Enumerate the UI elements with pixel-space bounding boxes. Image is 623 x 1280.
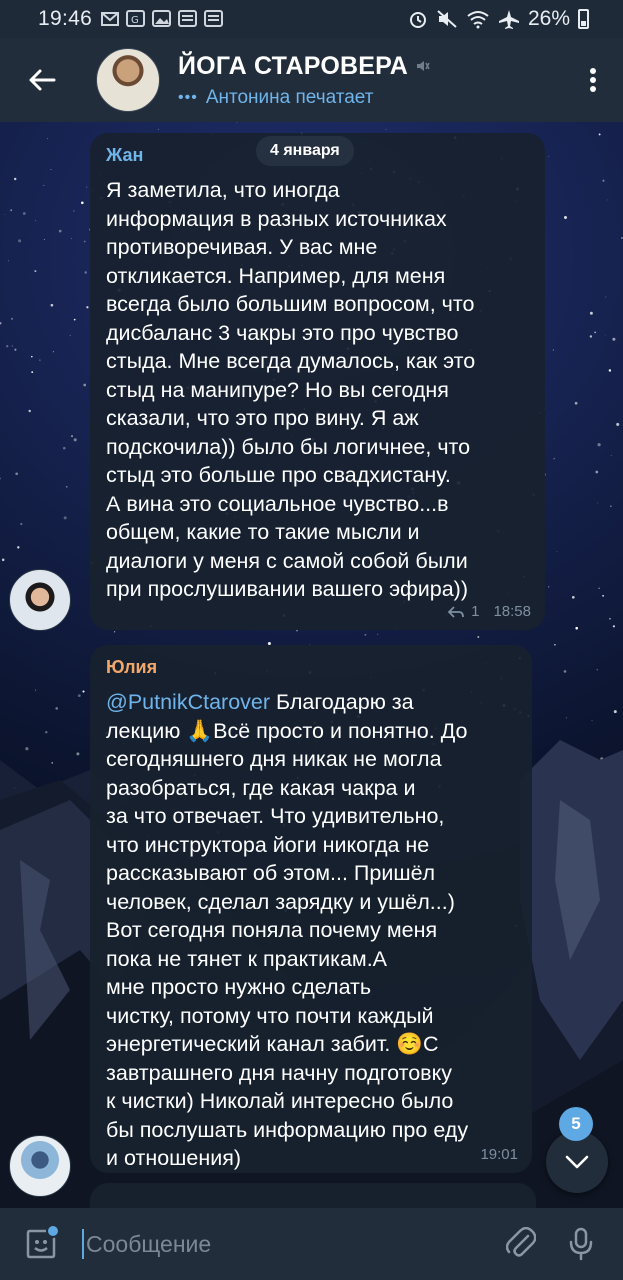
user-mention-link[interactable]: @PutnikCtarover [106,690,270,714]
chat-avatar[interactable] [96,48,160,112]
microphone-icon [569,1227,593,1261]
sender-avatar[interactable] [9,1135,71,1197]
text-cursor [82,1229,84,1259]
svg-text:G: G [131,15,139,26]
chat-title: ЙОГА СТАРОВЕРА [178,52,430,81]
image-icon [152,10,172,27]
typing-dots-icon: ••• [178,88,198,106]
message-text: Я заметила, что иногда информация в разн… [106,178,476,601]
message-time: 19:01 [480,1146,518,1163]
battery-percent: 26% [527,7,570,30]
message-meta: 19:01 [480,1146,518,1163]
back-button[interactable] [0,38,84,122]
typing-status: ••• Антонина печатает [178,87,430,109]
clock: 19:46 [38,7,93,30]
system-icons: 26% [408,7,589,31]
reply-icon [447,605,465,618]
message-bubble[interactable]: Юлия @PutnikCtarover Благодарю за лекцию… [90,645,532,1173]
alarm-icon [409,12,426,28]
unread-count-badge: 5 [559,1107,593,1141]
message-time: 18:58 [493,603,531,620]
message-composer: Сообщение [0,1208,623,1280]
gmail-icon [101,12,120,26]
emoji-sticker-button[interactable] [0,1208,82,1280]
chat-info[interactable]: ЙОГА СТАРОВЕРА ••• Антонина печатает [178,52,430,109]
news-icon [204,10,224,27]
date-separator: 4 января [256,136,354,166]
new-stickers-dot [46,1224,60,1238]
message-text: @PutnikCtarover Благодарю за лекцию 🙏Всё… [106,688,516,1173]
arrow-left-icon [29,69,56,91]
more-vertical-icon [590,68,596,92]
notification-icons: G [100,10,224,28]
chat-title-text: ЙОГА СТАРОВЕРА [178,51,409,80]
typing-status-text: Антонина печатает [205,86,374,108]
voice-message-button[interactable] [551,1208,611,1280]
message-bubble[interactable]: Жан Я заметила, что иногда информация в … [90,133,545,630]
chevron-down-icon [565,1155,589,1169]
status-bar: 19:46 G 26% [0,0,623,38]
sender-avatar[interactable] [9,569,71,631]
wifi-icon [467,11,489,29]
battery-icon [578,9,589,29]
mute-icon [437,10,457,28]
more-menu-button[interactable] [563,38,623,122]
message-input[interactable]: Сообщение [82,1229,491,1259]
message-meta: 1 18:58 [447,603,531,620]
message-sender[interactable]: Юлия [106,657,516,678]
news-icon [178,10,198,27]
airplane-mode-icon [498,10,519,29]
message-input-placeholder: Сообщение [86,1230,212,1257]
message-text-body: Благодарю за лекцию 🙏Всё просто и понятн… [106,690,469,1170]
paperclip-icon [506,1227,536,1257]
attach-button[interactable] [491,1208,551,1280]
muted-icon [417,61,430,71]
translate-icon: G [126,10,146,27]
reply-count[interactable]: 1 [471,603,479,620]
chat-header: ЙОГА СТАРОВЕРА ••• Антонина печатает [0,38,623,122]
